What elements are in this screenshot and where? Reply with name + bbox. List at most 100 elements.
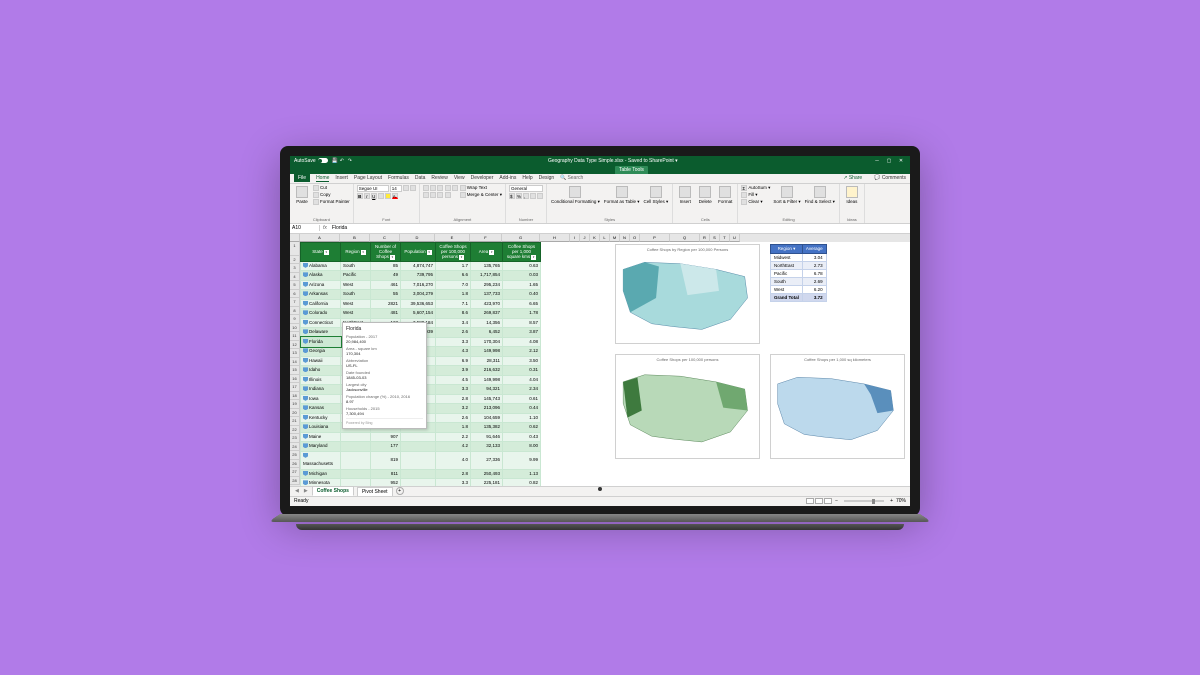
row-header[interactable]: 8 [290, 307, 300, 316]
comma-icon[interactable]: , [523, 193, 529, 199]
decrease-font-icon[interactable] [410, 185, 416, 191]
cell[interactable]: 6.9 [436, 356, 471, 366]
cell[interactable]: 149,998 [471, 347, 503, 357]
cell[interactable]: 1.65 [503, 280, 541, 290]
cell[interactable]: Pacific [341, 271, 371, 281]
cell[interactable]: 819 [371, 451, 401, 469]
summary-hdr-average[interactable]: Average [802, 244, 826, 253]
cell[interactable]: 3.4 [436, 318, 471, 328]
filter-button[interactable]: ▾ [427, 250, 432, 255]
cell[interactable]: Delaware [301, 328, 341, 338]
cell[interactable]: 4.08 [503, 337, 541, 347]
row-header[interactable]: 28 [290, 477, 300, 486]
cell[interactable]: West [341, 299, 371, 309]
col-header-I[interactable]: I [570, 234, 580, 242]
cell[interactable]: 8.57 [503, 318, 541, 328]
cell[interactable]: Arizona [301, 280, 341, 290]
filter-button[interactable]: ▾ [361, 250, 366, 255]
cut-button[interactable]: Cut [313, 185, 350, 191]
cell[interactable]: 39,536,653 [401, 299, 436, 309]
table-row[interactable]: CaliforniaWest282139,536,6537.1423,9706.… [301, 299, 541, 309]
cell[interactable]: Maine [301, 432, 341, 442]
cell[interactable] [341, 442, 371, 452]
decrease-indent-icon[interactable] [445, 185, 451, 191]
row-header[interactable]: 5 [290, 281, 300, 290]
number-format-combo[interactable]: General [509, 185, 543, 192]
col-header-E[interactable]: E [435, 234, 470, 242]
font-family-combo[interactable]: Segoe UI [357, 185, 389, 192]
cell[interactable]: Alabama [301, 261, 341, 271]
summary-hdr-region[interactable]: Region ▾ [771, 244, 803, 253]
col-header-S[interactable]: S [710, 234, 720, 242]
table-row[interactable]: ArizonaWest4617,016,2707.0295,2341.65 [301, 280, 541, 290]
page-break-view-button[interactable] [824, 498, 832, 504]
cell[interactable]: 811 [371, 469, 401, 479]
tab-review[interactable]: Review [431, 175, 447, 181]
cell[interactable]: 1.8 [436, 423, 471, 433]
cell[interactable]: 8.00 [503, 442, 541, 452]
region-summary-table[interactable]: Region ▾ Average Midwest3.04NorthEast2.7… [770, 244, 827, 302]
table-header[interactable]: Coffee Shops per 1,000 square kms▾ [503, 242, 541, 261]
percent-icon[interactable]: % [516, 193, 522, 199]
row-header[interactable]: 21 [290, 417, 300, 426]
tab-insert[interactable]: Insert [335, 175, 348, 181]
row-header[interactable]: 3 [290, 264, 300, 273]
align-right-icon[interactable] [437, 192, 443, 198]
cell[interactable]: 0.43 [503, 432, 541, 442]
cell[interactable]: West [341, 280, 371, 290]
cell[interactable]: California [301, 299, 341, 309]
cell[interactable]: 0.44 [503, 404, 541, 414]
row-header[interactable]: 16 [290, 375, 300, 384]
row-header[interactable]: 22 [290, 426, 300, 435]
formula-input[interactable]: Florida [330, 225, 910, 231]
fx-icon[interactable]: fx [320, 225, 330, 231]
insert-cells-button[interactable]: Insert [676, 185, 694, 205]
col-header-P[interactable]: P [640, 234, 670, 242]
table-row[interactable]: AlabamaSouth854,874,7471.7135,7650.63 [301, 261, 541, 271]
cell[interactable]: 2.12 [503, 347, 541, 357]
cell[interactable]: Georgia [301, 347, 341, 357]
name-box[interactable]: A10 [290, 225, 320, 231]
cell[interactable]: 4.04 [503, 375, 541, 385]
col-header-A[interactable]: A [300, 234, 340, 242]
cell[interactable]: 5,607,154 [401, 309, 436, 319]
cell[interactable]: 3.87 [503, 328, 541, 338]
maximize-button[interactable]: ▢ [884, 157, 894, 165]
fill-color-icon[interactable] [385, 193, 391, 199]
cell[interactable]: 3,004,279 [401, 290, 436, 300]
cell[interactable]: 461 [371, 280, 401, 290]
cell[interactable]: 0.63 [503, 261, 541, 271]
table-row[interactable]: ColoradoWest4815,607,1548.6269,8371.78 [301, 309, 541, 319]
normal-view-button[interactable] [806, 498, 814, 504]
col-header-B[interactable]: B [340, 234, 370, 242]
row-header[interactable]: 13 [290, 349, 300, 358]
find-select-button[interactable]: Find & Select ▾ [804, 185, 836, 206]
cell[interactable]: 2.2 [436, 432, 471, 442]
cell[interactable]: 27,336 [471, 451, 503, 469]
filter-button[interactable]: ▾ [324, 250, 329, 255]
table-row[interactable]: AlaskaPacific49739,7956.61,717,8540.03 [301, 271, 541, 281]
autosave-toggle[interactable] [318, 158, 328, 163]
ideas-button[interactable]: Ideas [843, 185, 861, 205]
cell[interactable]: 907 [371, 432, 401, 442]
cell[interactable]: 213,096 [471, 404, 503, 414]
cell[interactable]: Maryland [301, 442, 341, 452]
row-header[interactable]: 10 [290, 324, 300, 333]
cell[interactable]: Hawaii [301, 356, 341, 366]
col-header-Q[interactable]: Q [670, 234, 700, 242]
row-header[interactable]: 2 [290, 256, 300, 265]
row-header[interactable]: 26 [290, 460, 300, 469]
cell[interactable]: Arkansas [301, 290, 341, 300]
zoom-out-button[interactable]: − [835, 498, 838, 504]
inc-decimal-icon[interactable] [530, 193, 536, 199]
tab-design[interactable]: Design [539, 175, 555, 181]
cell[interactable]: 1.7 [436, 261, 471, 271]
col-header-F[interactable]: F [470, 234, 502, 242]
row-header[interactable]: 17 [290, 383, 300, 392]
close-button[interactable]: ✕ [896, 157, 906, 165]
cell[interactable]: Alaska [301, 271, 341, 281]
cell[interactable]: West [341, 309, 371, 319]
summary-row[interactable]: West6.20 [771, 285, 827, 293]
autosum-button[interactable]: ΣAutoSum ▾ [741, 185, 770, 191]
column-headers[interactable]: ABCDEFGHIJKLMNOPQRSTU [300, 234, 910, 242]
